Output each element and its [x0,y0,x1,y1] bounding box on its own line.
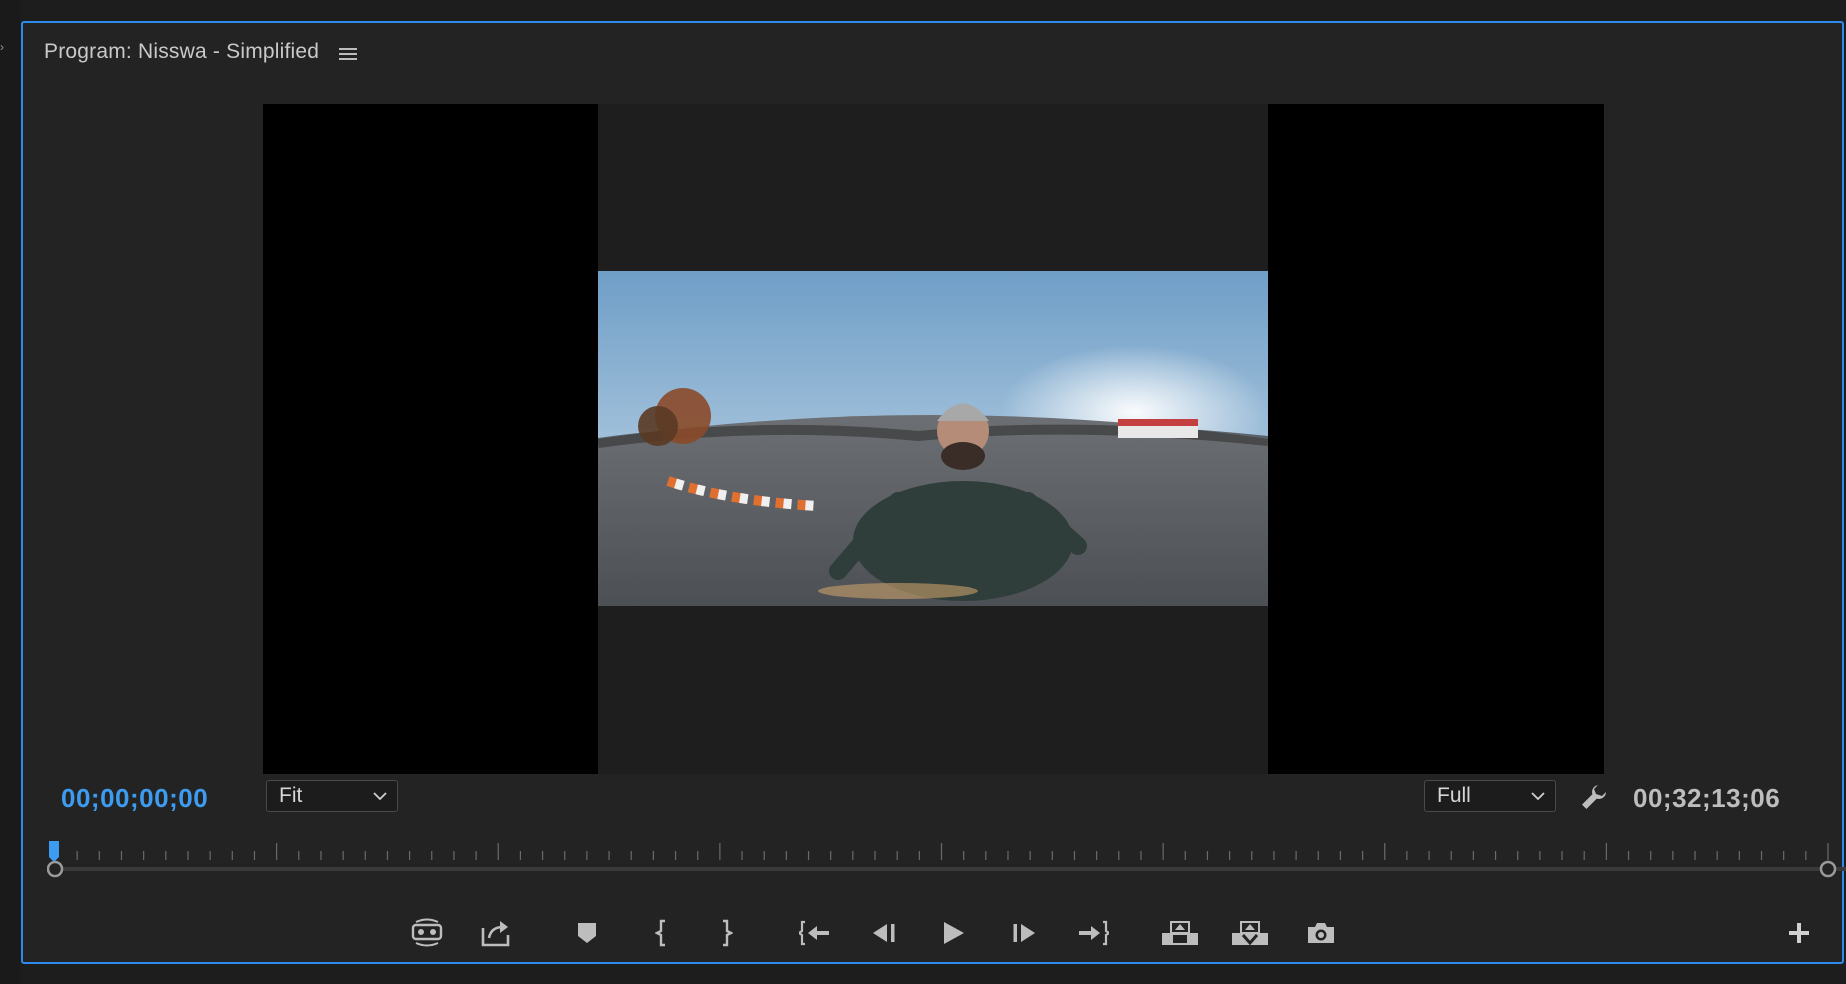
export-frame-button[interactable] [1301,913,1341,953]
add-marker-button[interactable] [567,913,607,953]
wrench-icon[interactable] [1579,782,1609,812]
step-back-button[interactable] [864,913,904,953]
hamburger-menu-icon[interactable] [339,47,358,61]
step-back-icon [873,924,895,942]
ruler-ticks [54,843,1829,860]
left-panel-edge: › [0,0,20,984]
marker-icon [578,923,596,943]
time-ruler[interactable] [47,841,1846,879]
lift-button[interactable] [1160,913,1200,953]
camera-icon [1308,923,1334,943]
playback-resolution-select[interactable]: Full [1424,780,1556,812]
export-button[interactable] [476,913,516,953]
extract-button[interactable] [1230,913,1270,953]
expand-arrow-icon[interactable]: › [0,40,4,54]
go-to-out-button[interactable] [1073,913,1113,953]
step-forward-button[interactable] [1004,913,1044,953]
chevron-down-icon [373,792,387,801]
mark-in-icon [655,919,665,947]
zoom-level-value: Fit [279,784,303,807]
play-icon [944,922,964,944]
video-frame [598,271,1268,606]
go-to-in-button[interactable] [795,913,835,953]
zoom-level-select[interactable]: Fit [266,780,398,812]
chevron-down-icon [1531,792,1545,801]
viewer-frame-area [598,104,1268,774]
step-forward-icon [1013,924,1035,942]
vr-video-toggle-button[interactable] [407,913,447,953]
current-timecode[interactable]: 00;00;00;00 [61,783,208,814]
program-monitor-panel: Program: Nisswa - Simplified 00;00;00;00… [21,21,1846,964]
playhead-icon[interactable] [49,841,59,862]
plus-icon [1789,923,1809,943]
panel-header: Program: Nisswa - Simplified [44,37,358,67]
zoom-scroll-start-handle[interactable] [47,860,64,878]
playback-resolution-value: Full [1437,784,1471,807]
monitor-controls-row: 00;00;00;00 Fit Full 00;32;13;06 [23,780,1842,820]
vr-headset-icon [411,918,443,947]
go-to-in-icon [799,920,829,946]
mark-out-icon [723,919,733,947]
go-to-out-icon [1079,920,1109,946]
zoom-scroll-end-handle[interactable] [1819,860,1837,878]
zoom-scroll-track[interactable] [47,867,1846,871]
lift-icon [1162,921,1198,945]
panel-title: Program: Nisswa - Simplified [44,40,320,63]
play-button[interactable] [933,913,973,953]
export-icon [481,921,510,947]
duration-timecode: 00;32;13;06 [1633,783,1781,813]
program-viewer[interactable] [263,104,1604,774]
button-editor-button[interactable] [1779,913,1819,953]
extract-icon [1232,921,1268,946]
transport-controls [23,913,1842,957]
mark-out-button[interactable] [706,913,746,953]
mark-in-button[interactable] [642,913,682,953]
